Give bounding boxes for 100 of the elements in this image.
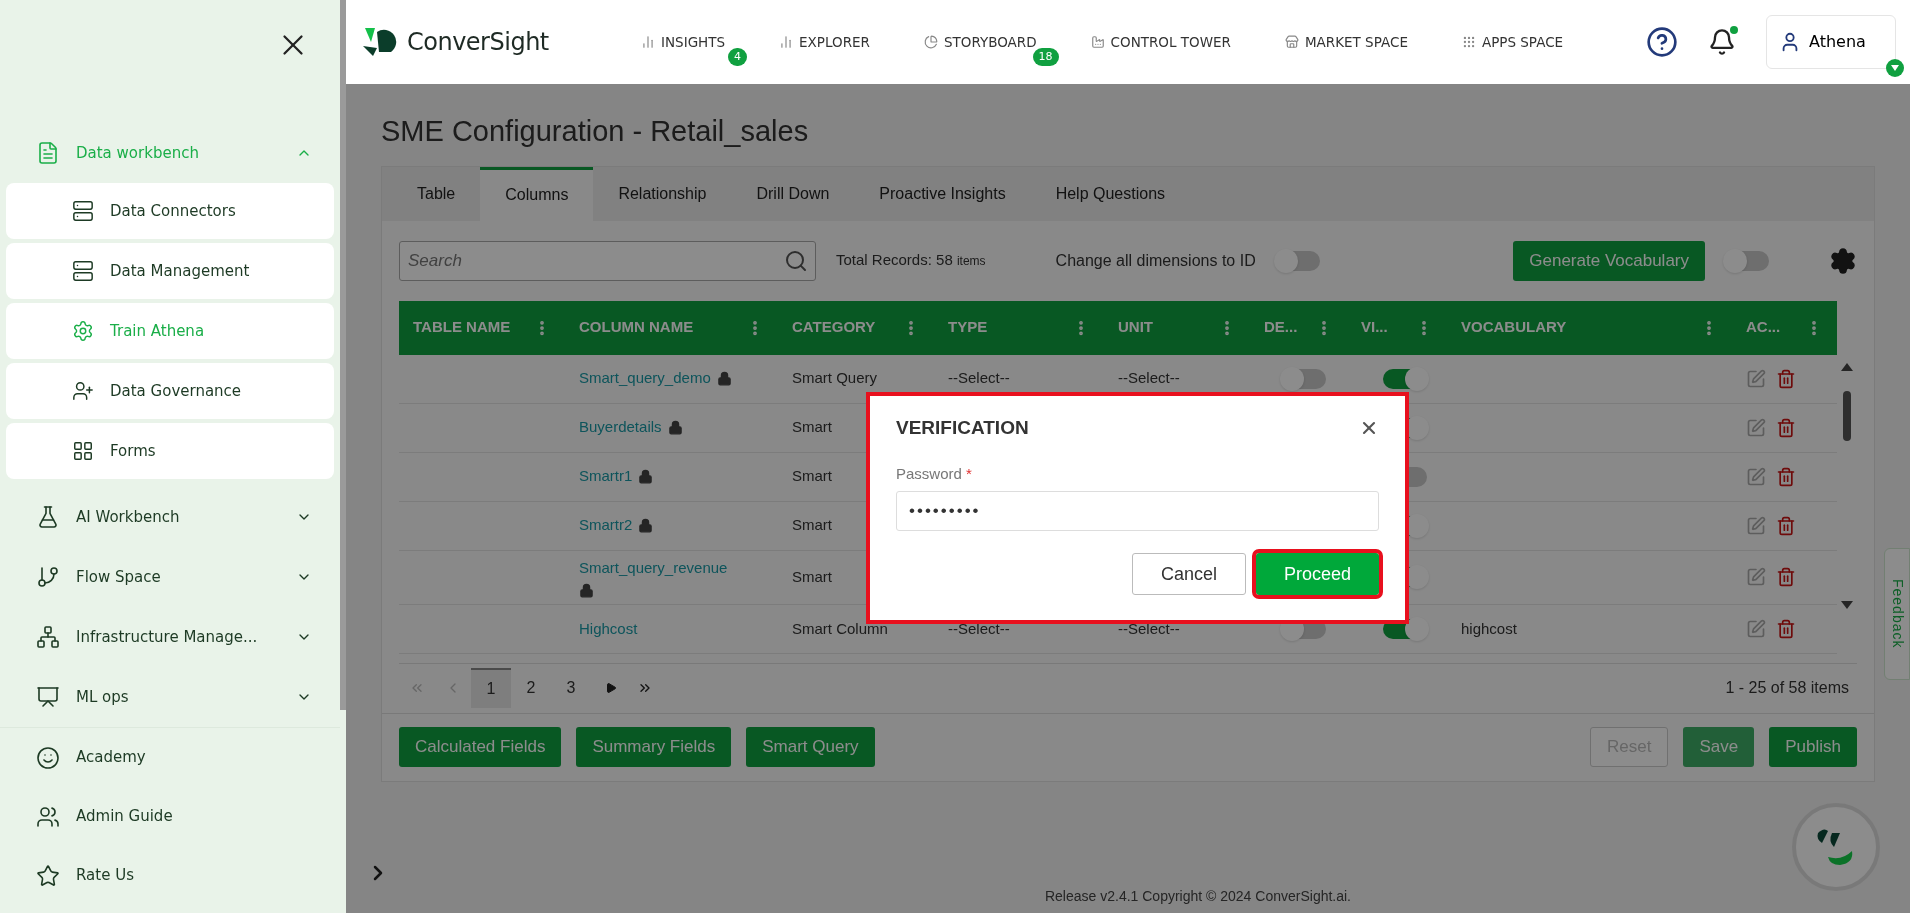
settings-icon[interactable] — [1829, 246, 1857, 275]
sidebar-icon — [36, 863, 60, 888]
unit-select[interactable]: --Select-- — [1118, 369, 1180, 387]
scroll-down-icon[interactable] — [1841, 600, 1853, 609]
action-button[interactable]: Smart Query — [746, 727, 875, 767]
page-button[interactable]: 2 — [511, 668, 551, 708]
sidebar-icon — [36, 141, 60, 165]
submenu-icon — [72, 380, 94, 402]
type-select[interactable]: --Select-- — [948, 619, 1010, 637]
sidebar-item[interactable]: Flow Space — [0, 547, 340, 607]
help-icon[interactable] — [1646, 26, 1678, 58]
search-field[interactable]: Search — [399, 240, 816, 281]
table-cell: Smart Column — [792, 619, 888, 637]
page-button[interactable]: 1 — [471, 668, 511, 708]
nav-link[interactable]: APPS SPACE — [1461, 31, 1564, 53]
sidebar-item[interactable]: Infrastructure Manage... — [0, 607, 340, 667]
nav-icon — [923, 35, 938, 49]
action-button[interactable]: Summary Fields — [576, 727, 732, 767]
type-select[interactable]: --Select-- — [948, 369, 1010, 387]
bell-icon[interactable] — [1708, 28, 1736, 56]
dialog-button[interactable]: Cancel — [1131, 553, 1246, 595]
column-header[interactable]: TYPE — [934, 300, 1104, 355]
toggle-switch[interactable] — [1282, 368, 1326, 389]
submenu-item[interactable]: Train Athena — [6, 303, 334, 359]
delete-icon[interactable] — [1776, 567, 1796, 588]
field-label: Password * — [896, 463, 972, 484]
edit-icon[interactable] — [1746, 619, 1766, 639]
nav-link[interactable]: INSIGHTS — [641, 31, 726, 53]
edit-icon[interactable] — [1746, 368, 1766, 389]
table-cell: Smart — [792, 467, 832, 485]
column-link[interactable]: Smartr2 — [579, 514, 633, 537]
sidebar-item[interactable]: AI Workbench — [0, 487, 340, 547]
submenu-item[interactable]: Data Management — [6, 243, 334, 299]
column-header[interactable]: VOCABULARY — [1447, 300, 1732, 355]
nav-link[interactable]: MARKET SPACE — [1284, 31, 1408, 53]
sidebar-icon — [36, 625, 60, 649]
scrollbar[interactable] — [340, 0, 346, 710]
submenu-item[interactable]: Forms — [6, 423, 334, 479]
column-link[interactable]: Highcost — [579, 617, 638, 641]
table-cell: Smart — [792, 516, 832, 534]
column-header[interactable]: AC... — [1732, 300, 1837, 355]
dialog-title: VERIFICATION — [896, 416, 1029, 440]
column-link[interactable]: Smart_query_demo — [579, 367, 711, 390]
count-badge: 4 — [728, 47, 748, 67]
delete-icon[interactable] — [1776, 619, 1796, 639]
next-page-icon[interactable] — [605, 682, 617, 694]
column-header[interactable]: UNIT — [1104, 300, 1250, 355]
logo[interactable]: ConverSight — [361, 24, 601, 60]
edit-icon[interactable] — [1746, 466, 1766, 487]
sidebar-link[interactable]: Admin Guide — [0, 787, 340, 846]
submenu-item[interactable]: Data Connectors — [6, 183, 334, 239]
password-field[interactable]: ••••••••• — [896, 491, 1379, 531]
column-header[interactable]: CATEGORY — [778, 300, 934, 355]
sidebar-link[interactable]: Academy — [0, 728, 340, 787]
column-header[interactable]: VI... — [1347, 300, 1447, 355]
tab[interactable]: Relationship — [593, 166, 732, 221]
search-icon[interactable] — [784, 248, 808, 273]
delete-icon[interactable] — [1776, 368, 1796, 389]
sidebar-link[interactable]: Rate Us — [0, 846, 340, 905]
tab[interactable]: Table — [392, 166, 481, 221]
edit-icon[interactable] — [1746, 515, 1766, 536]
vocabulary-toggle[interactable] — [1725, 250, 1769, 271]
sidebar-icon — [36, 565, 60, 589]
column-header[interactable]: COLUMN NAME — [565, 300, 778, 355]
column-link[interactable]: Buyerdetails — [579, 416, 662, 439]
dimension-toggle[interactable] — [1275, 250, 1320, 271]
delete-icon[interactable] — [1776, 466, 1796, 487]
generate-vocabulary-button[interactable]: Generate Vocabulary — [1513, 240, 1705, 281]
nav-icon — [779, 35, 794, 49]
column-header[interactable]: TABLE NAME — [399, 300, 565, 355]
delete-icon[interactable] — [1776, 417, 1796, 438]
action-button[interactable]: Publish — [1769, 727, 1857, 767]
nav-link[interactable]: EXPLORER — [779, 31, 870, 53]
scroll-thumb[interactable] — [1843, 390, 1851, 441]
table-cell: Smart Query — [792, 369, 878, 387]
total-records: Total Records: 58 items — [836, 250, 986, 271]
tab[interactable]: Help Questions — [1030, 166, 1191, 221]
edit-icon[interactable] — [1746, 417, 1766, 438]
toggle-switch[interactable] — [1383, 368, 1427, 389]
action-button[interactable]: Calculated Fields — [399, 727, 562, 767]
nav-link[interactable]: CONTROL TOWER — [1090, 31, 1231, 53]
unit-select[interactable]: --Select-- — [1118, 619, 1180, 637]
edit-icon[interactable] — [1746, 567, 1766, 588]
scroll-up-icon[interactable] — [1841, 362, 1853, 371]
page-button[interactable]: 3 — [551, 668, 591, 708]
logo-icon — [361, 26, 397, 58]
delete-icon[interactable] — [1776, 515, 1796, 536]
tab[interactable]: Proactive Insights — [854, 166, 1031, 221]
page-title: SME Configuration - Retail_sales — [381, 114, 809, 149]
sidebar-icon — [36, 804, 60, 829]
column-link[interactable]: Smart_query_revenue — [579, 556, 728, 579]
column-link[interactable]: Smartr1 — [579, 465, 633, 488]
column-header[interactable]: DE... — [1250, 300, 1347, 355]
tab[interactable]: Columns — [480, 166, 594, 221]
table-cell: Smart — [792, 568, 832, 585]
tab[interactable]: Drill Down — [731, 166, 855, 221]
sidebar-item[interactable]: Data workbench — [0, 123, 340, 183]
sidebar-item[interactable]: ML ops — [0, 667, 340, 727]
submenu-icon — [72, 440, 94, 462]
submenu-item[interactable]: Data Governance — [6, 363, 334, 419]
